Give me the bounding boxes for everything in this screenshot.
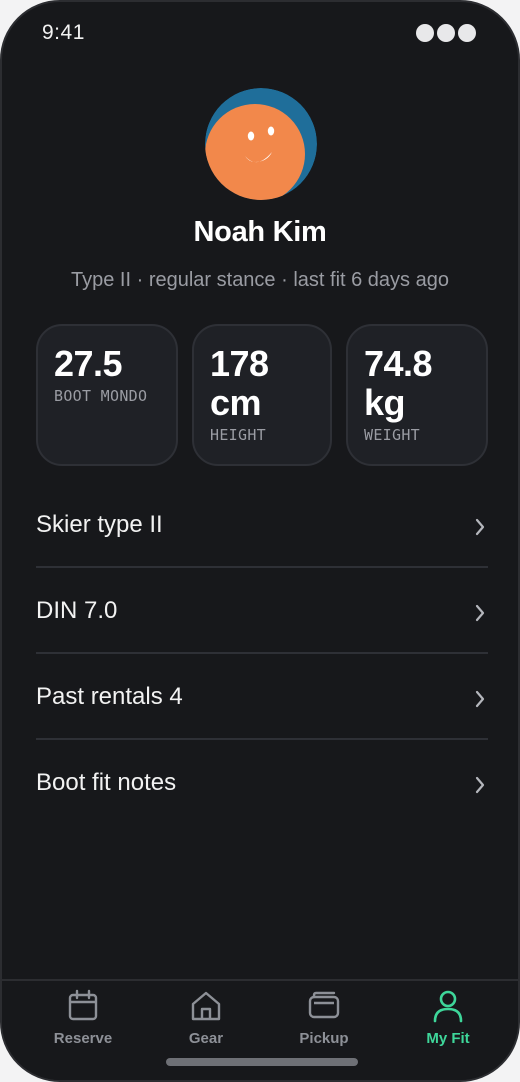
stat-label: HEIGHT xyxy=(210,426,266,444)
tab-reserve[interactable]: Reserve xyxy=(23,989,143,1047)
menu-item-past-rentals[interactable]: Past rentals 4 xyxy=(36,654,488,740)
tab-label: Reserve xyxy=(53,1030,113,1047)
chevron-right-icon xyxy=(475,518,485,536)
menu-item-label: Past rentals 4 xyxy=(36,683,183,710)
status-indicators xyxy=(416,24,476,42)
menu-item-boot-fit-notes[interactable]: Boot fit notes xyxy=(36,740,488,826)
tab-my-fit[interactable]: My Fit xyxy=(388,989,508,1047)
home-icon xyxy=(191,991,221,1021)
tab-gear[interactable]: Gear xyxy=(146,989,266,1047)
profile-name: Noah Kim xyxy=(193,216,327,248)
menu-item-skier-type[interactable]: Skier type II xyxy=(36,482,488,568)
chevron-right-icon xyxy=(475,604,485,622)
stat-card-boot-mondo: 27.5 BOOT MONDO xyxy=(36,324,178,466)
stat-card-weight: 74.8 kg WEIGHT xyxy=(346,324,488,466)
calendar-icon xyxy=(68,989,98,1021)
tab-label: My Fit xyxy=(426,1030,470,1047)
home-indicator[interactable] xyxy=(166,1058,358,1066)
status-time: 9:41 xyxy=(42,21,85,44)
tab-pickup[interactable]: Pickup xyxy=(264,989,384,1047)
status-dot xyxy=(416,24,434,42)
profile-menu: Skier type II DIN 7.0 Past rentals 4 Boo… xyxy=(36,482,488,826)
stat-label: WEIGHT xyxy=(364,426,420,444)
profile-meta: Type II · regular stance · last fit 6 da… xyxy=(71,269,449,291)
person-icon xyxy=(433,990,463,1023)
phone-frame: 9:41 Noah Kim Type II · regular stance ·… xyxy=(0,0,520,1082)
chevron-right-icon xyxy=(475,690,485,708)
tab-label: Gear xyxy=(188,1030,224,1047)
avatar[interactable] xyxy=(205,88,317,200)
status-dot xyxy=(437,24,455,42)
stat-label: BOOT MONDO xyxy=(54,387,148,405)
chevron-right-icon xyxy=(475,776,485,794)
stat-value: 178 cm xyxy=(210,343,269,423)
avatar-illustration xyxy=(205,88,317,200)
status-bar: 9:41 xyxy=(2,2,518,62)
stat-value: 74.8 kg xyxy=(364,343,433,423)
stat-value: 27.5 xyxy=(54,343,123,384)
menu-item-label: Boot fit notes xyxy=(36,769,177,796)
menu-item-din[interactable]: DIN 7.0 xyxy=(36,568,488,654)
wallet-icon xyxy=(308,991,340,1019)
menu-item-label: Skier type II xyxy=(36,511,163,538)
stat-card-height: 178 cm HEIGHT xyxy=(192,324,332,466)
menu-item-label: DIN 7.0 xyxy=(36,597,118,624)
tab-label: Pickup xyxy=(299,1030,349,1047)
status-dot xyxy=(458,24,476,42)
